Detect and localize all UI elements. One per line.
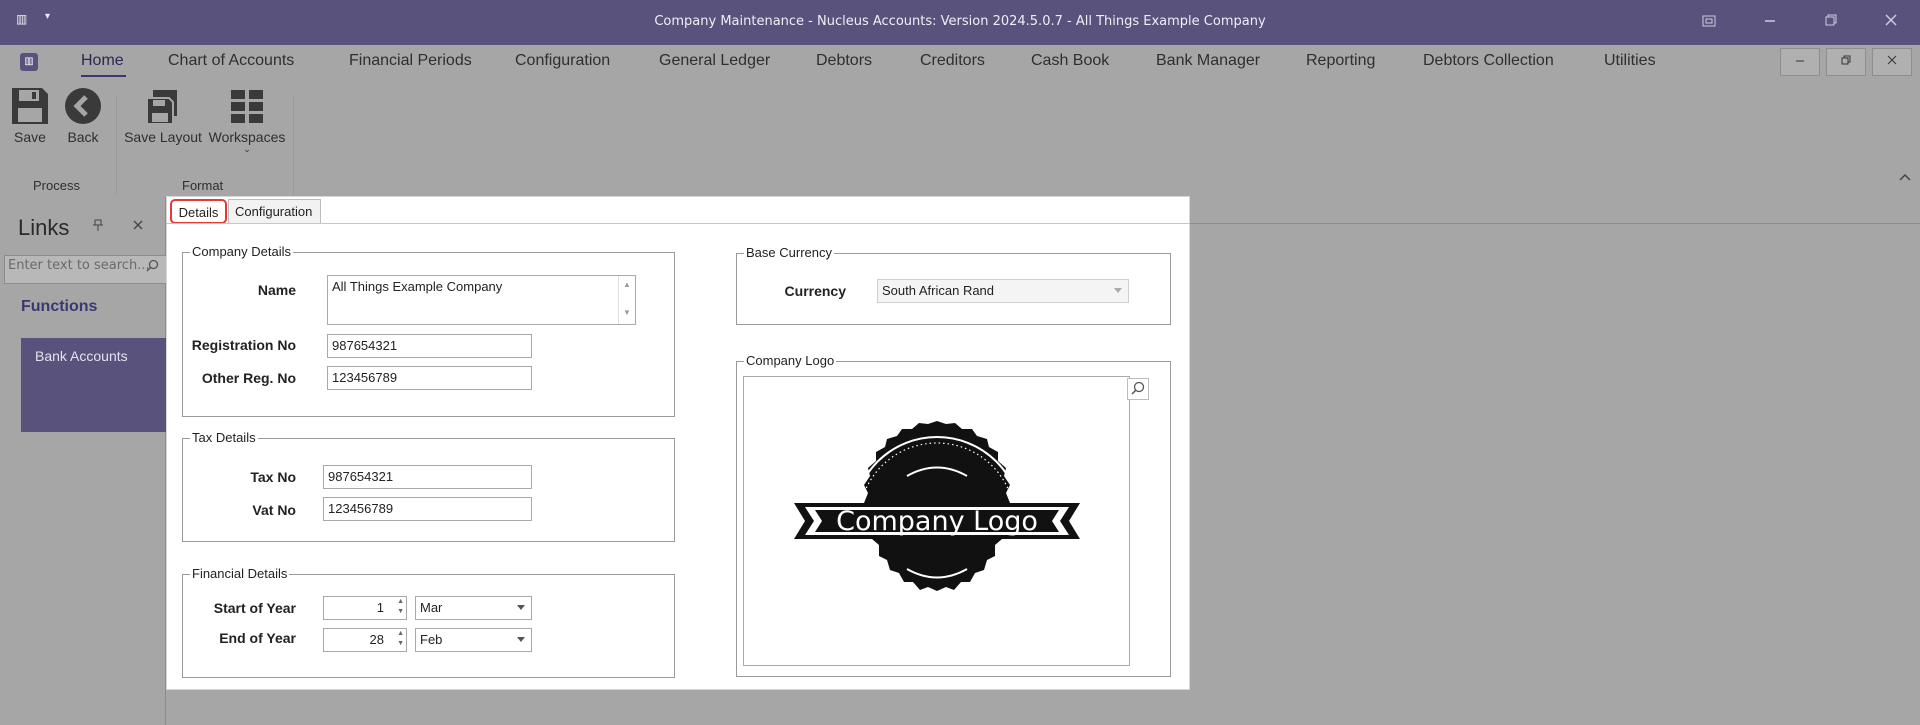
close-icon[interactable] <box>131 218 147 234</box>
layout-icon[interactable] <box>1696 9 1722 35</box>
menu-debtors-collection[interactable]: Debtors Collection <box>1423 52 1554 70</box>
tab-divider <box>166 223 1190 224</box>
chevron-down-icon <box>517 605 525 610</box>
start-of-year-label: Start of Year <box>213 600 296 616</box>
tax-no-field[interactable]: 987654321 <box>323 465 532 489</box>
registration-no-label: Registration No <box>191 337 296 353</box>
minimize-button[interactable] <box>1757 9 1783 35</box>
registration-no-field[interactable]: 987654321 <box>327 334 532 358</box>
tab-configuration[interactable]: Configuration <box>228 199 321 224</box>
base-currency-legend: Base Currency <box>744 245 834 260</box>
name-field[interactable]: All Things Example Company ▲ ▼ <box>327 275 636 325</box>
menu-cash-book[interactable]: Cash Book <box>1031 52 1109 70</box>
end-month-value: Feb <box>420 632 443 647</box>
end-day-value: 28 <box>369 632 384 647</box>
vat-no-label: Vat No <box>252 502 296 518</box>
menu-general-ledger[interactable]: General Ledger <box>659 52 770 70</box>
company-details-legend: Company Details <box>190 244 293 259</box>
menu-debtors[interactable]: Debtors <box>816 52 872 70</box>
ribbon-group-format: Format <box>182 178 224 193</box>
menu-creditors[interactable]: Creditors <box>920 52 985 70</box>
menu-chart-of-accounts[interactable]: Chart of Accounts <box>168 52 294 70</box>
start-month-value: Mar <box>420 600 443 615</box>
financial-details-group: Financial Details <box>182 566 675 678</box>
other-reg-no-label: Other Reg. No <box>201 370 296 386</box>
name-scrollbar[interactable]: ▲ ▼ <box>618 276 635 324</box>
end-of-year-label: End of Year <box>219 630 296 646</box>
name-value: All Things Example Company <box>332 279 503 294</box>
title-bar: ▥ ▾ Company Maintenance - Nucleus Accoun… <box>0 0 1920 45</box>
stepper-arrows-icon[interactable]: ▲ ▼ <box>397 629 404 649</box>
logo-zoom-button[interactable] <box>1127 378 1149 400</box>
scroll-down-icon[interactable]: ▼ <box>623 308 631 317</box>
vat-no-field[interactable]: 123456789 <box>323 497 532 521</box>
functions-heading: Functions <box>21 298 98 315</box>
save-icon <box>12 88 48 124</box>
chevron-down-icon: ⌄ <box>243 144 251 154</box>
start-month-select[interactable]: Mar <box>415 596 532 620</box>
search-icon[interactable] <box>146 259 160 273</box>
chevron-down-icon <box>1114 288 1122 293</box>
workspaces-button[interactable]: Workspaces ⌄ <box>208 86 286 154</box>
save-layout-icon <box>146 90 177 125</box>
app-menu-icon[interactable]: ▥ <box>20 53 38 71</box>
tax-details-legend: Tax Details <box>190 430 258 445</box>
save-layout-label: Save Layout <box>124 129 202 145</box>
menu-financial-periods[interactable]: Financial Periods <box>349 52 472 70</box>
mdi-restore-button[interactable] <box>1826 48 1866 76</box>
pin-icon[interactable] <box>91 218 107 234</box>
currency-select[interactable]: South African Rand <box>877 279 1129 303</box>
mdi-minimize-button[interactable] <box>1780 48 1820 76</box>
end-day-stepper[interactable]: 28 ▲ ▼ <box>323 628 407 652</box>
menu-bar: ▥ Home Chart of Accounts Financial Perio… <box>0 45 1920 83</box>
search-icon <box>1131 381 1145 395</box>
menu-bank-manager[interactable]: Bank Manager <box>1156 52 1260 70</box>
menu-configuration[interactable]: Configuration <box>515 52 610 70</box>
chevron-down-icon <box>517 637 525 642</box>
end-month-select[interactable]: Feb <box>415 628 532 652</box>
financial-details-legend: Financial Details <box>190 566 290 581</box>
menu-utilities[interactable]: Utilities <box>1604 52 1656 70</box>
currency-label: Currency <box>784 283 846 299</box>
menu-home[interactable]: Home <box>81 52 124 70</box>
links-title: Links <box>18 215 70 240</box>
tax-details-group: Tax Details <box>182 430 675 542</box>
stepper-arrows-icon[interactable]: ▲ ▼ <box>397 597 404 617</box>
save-label: Save <box>14 129 46 145</box>
back-label: Back <box>67 129 99 145</box>
logo-picture-box[interactable]: Company Logo <box>743 376 1130 666</box>
tab-details[interactable]: Details <box>170 199 227 224</box>
window-title: Company Maintenance - Nucleus Accounts: … <box>654 14 1266 29</box>
back-button[interactable]: Back <box>62 86 104 145</box>
save-button[interactable]: Save <box>10 86 50 145</box>
logo-text: Company Logo <box>836 506 1038 537</box>
ribbon <box>0 83 1920 196</box>
ribbon-separator <box>293 95 294 195</box>
other-reg-no-field[interactable]: 123456789 <box>327 366 532 390</box>
active-menu-indicator <box>81 75 126 77</box>
close-button[interactable] <box>1878 9 1904 35</box>
workspaces-icon <box>231 90 263 123</box>
save-layout-button[interactable]: Save Layout <box>124 86 202 145</box>
start-day-value: 1 <box>376 600 384 615</box>
restore-button[interactable] <box>1818 9 1844 35</box>
workspaces-label: Workspaces <box>208 129 286 145</box>
currency-value: South African Rand <box>882 283 995 298</box>
scroll-up-icon[interactable]: ▲ <box>623 280 631 289</box>
ribbon-separator <box>116 95 117 195</box>
name-label: Name <box>257 282 296 298</box>
mdi-close-button[interactable] <box>1872 48 1912 76</box>
start-day-stepper[interactable]: 1 ▲ ▼ <box>323 596 407 620</box>
menu-reporting[interactable]: Reporting <box>1306 52 1375 70</box>
back-icon <box>65 88 101 124</box>
collapse-ribbon-icon[interactable] <box>1898 170 1914 186</box>
company-logo-image: Company Logo <box>794 421 1080 606</box>
ribbon-group-process: Process <box>33 178 80 193</box>
company-logo-legend: Company Logo <box>744 353 837 368</box>
tax-no-label: Tax No <box>250 469 296 485</box>
